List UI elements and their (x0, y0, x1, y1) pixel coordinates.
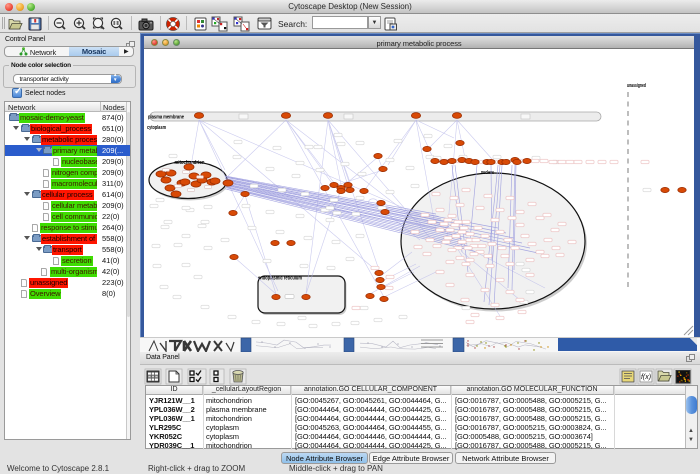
svg-text:f(x): f(x) (641, 374, 651, 381)
svg-text:unassigned: unassigned (627, 83, 646, 89)
svg-text:cytoplasm: cytoplasm (147, 125, 166, 131)
svg-text:endoplasmic reticulum: endoplasmic reticulum (258, 276, 302, 282)
svg-text:plasma membrane: plasma membrane (148, 115, 184, 121)
svg-text:nucleus: nucleus (481, 170, 494, 176)
